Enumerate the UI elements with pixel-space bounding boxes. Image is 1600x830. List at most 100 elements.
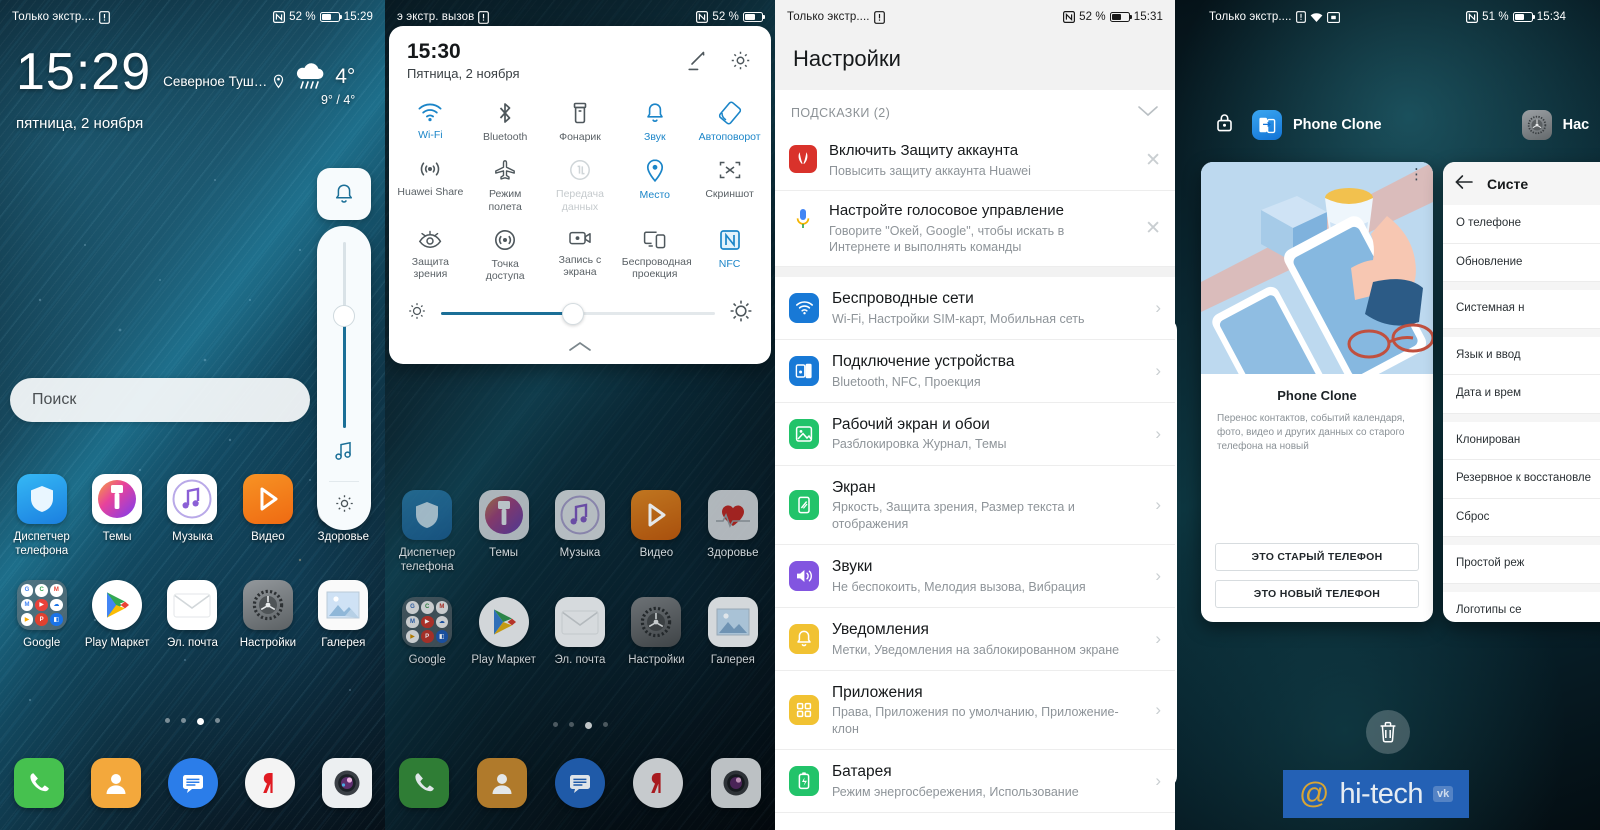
brightness-knob[interactable]	[561, 302, 584, 325]
messages-icon[interactable]	[167, 758, 218, 808]
qs-tile-sound[interactable]: Звук	[617, 93, 692, 150]
app-phone-manager[interactable]: Диспетчер телефона	[389, 490, 465, 574]
old-phone-button[interactable]: ЭТО СТАРЫЙ ТЕЛЕФОН	[1215, 543, 1419, 571]
recent-card-system-settings[interactable]: Систе О телефоне Обновление Системная н …	[1443, 162, 1600, 622]
page-dot[interactable]	[602, 722, 608, 727]
tips-section-header[interactable]: ПОДСКАЗКИ (2)	[775, 90, 1175, 131]
messages-icon[interactable]	[555, 758, 605, 808]
system-row[interactable]: Сброс	[1443, 499, 1600, 538]
app-themes[interactable]: Темы	[79, 474, 154, 558]
system-row[interactable]: Резервное к восстановле	[1443, 460, 1600, 499]
app-settings[interactable]: Настройки	[230, 580, 305, 651]
system-row[interactable]: Язык и ввод	[1443, 337, 1600, 376]
settings-row-notifications[interactable]: Уведомления Метки, Уведомления на заблок…	[775, 608, 1175, 671]
tip-row[interactable]: Включить Защиту аккаунта Повысить защиту…	[775, 131, 1175, 191]
trash-icon[interactable]	[1365, 710, 1410, 754]
page-dot-active[interactable]	[584, 722, 592, 729]
app-email[interactable]: Эл. почта	[155, 580, 230, 651]
app-gallery[interactable]: Галерея	[306, 580, 381, 651]
settings-row-sounds[interactable]: Звуки Не беспокоить, Мелодия вызова, Виб…	[775, 545, 1175, 609]
qs-tile-flashlight[interactable]: Фонарик	[543, 93, 618, 150]
qs-tile-wifi[interactable]: Wi-Fi	[393, 93, 468, 150]
ringer-mode-button[interactable]	[317, 168, 371, 220]
qs-tile-airplane[interactable]: Режим полета	[468, 150, 543, 220]
app-music[interactable]: Музыка	[542, 490, 618, 574]
search-input[interactable]: Поиск	[10, 378, 310, 422]
recent-card-partial[interactable]	[1175, 318, 1177, 788]
system-row[interactable]: Системная н	[1443, 290, 1600, 329]
contacts-icon[interactable]	[477, 758, 527, 808]
chevron-up-icon[interactable]	[389, 332, 771, 354]
music-note-icon[interactable]	[332, 440, 356, 467]
qs-tile-auto-rotate[interactable]: Автоповорот	[692, 93, 767, 150]
chevron-down-icon[interactable]	[1137, 104, 1159, 121]
yandex-icon[interactable]	[633, 758, 683, 808]
lock-icon[interactable]	[1215, 112, 1234, 138]
kebab-menu-icon[interactable]: ⋮	[1409, 167, 1424, 181]
system-row[interactable]: О телефоне	[1443, 205, 1600, 244]
brightness-slider-row[interactable]	[389, 289, 771, 332]
app-phone-manager[interactable]: Диспетчер телефона	[4, 474, 79, 558]
qs-tile-screenshot[interactable]: Скриншот	[692, 150, 767, 220]
settings-row-battery[interactable]: Батарея Режим энергосбережения, Использо…	[775, 750, 1175, 814]
app-google-folder[interactable]: GCM M ▶ ☁ ▶ P ◧ Google	[4, 580, 79, 651]
gear-icon[interactable]	[333, 492, 356, 520]
recent-title-phone-clone[interactable]: Phone Clone	[1252, 110, 1382, 140]
app-email[interactable]: Эл. почта	[542, 597, 618, 668]
qs-tile-hotspot[interactable]: Точка доступа	[468, 220, 543, 290]
qs-tile-screen-record[interactable]: Запись с экрана	[543, 220, 618, 290]
page-dot[interactable]	[552, 722, 558, 727]
qs-tile-mobile-data[interactable]: Передача данных	[543, 150, 618, 220]
page-dot[interactable]	[568, 722, 574, 727]
system-row[interactable]: Простой реж	[1443, 545, 1600, 584]
close-icon[interactable]: ✕	[1137, 149, 1161, 172]
qs-tile-location[interactable]: Место	[617, 150, 692, 220]
volume-slider[interactable]	[333, 242, 355, 428]
page-dot[interactable]	[165, 718, 170, 723]
back-arrow-icon[interactable]	[1455, 174, 1473, 193]
settings-row-apps[interactable]: Приложения Права, Приложения по умолчани…	[775, 671, 1175, 751]
app-play-store[interactable]: Play Маркет	[465, 597, 541, 668]
app-themes[interactable]: Темы	[465, 490, 541, 574]
app-video[interactable]: Видео	[230, 474, 305, 558]
system-row[interactable]: Обновление	[1443, 244, 1600, 283]
app-gallery[interactable]: Галерея	[695, 597, 771, 668]
system-row[interactable]: Дата и врем	[1443, 375, 1600, 414]
app-health[interactable]: Здоровье	[695, 490, 771, 574]
system-row[interactable]: Логотипы се	[1443, 592, 1600, 622]
camera-icon[interactable]	[711, 758, 761, 808]
qs-tile-bluetooth[interactable]: Bluetooth	[468, 93, 543, 150]
app-video[interactable]: Видео	[618, 490, 694, 574]
app-play-store[interactable]: Play Маркет	[79, 580, 154, 651]
qs-tile-nfc[interactable]: NFC	[692, 220, 767, 290]
settings-row-home-wallpaper[interactable]: Рабочий экран и обои Разблокировка Журна…	[775, 403, 1175, 466]
tip-row[interactable]: Настройте голосовое управление Говорите …	[775, 191, 1175, 268]
settings-row-display[interactable]: Экран Яркость, Защита зрения, Размер тек…	[775, 466, 1175, 546]
phone-icon[interactable]	[13, 758, 64, 808]
contacts-icon[interactable]	[90, 758, 141, 808]
recent-card-phone-clone[interactable]: ⋮ Phone Clone Перенос контактов, событий…	[1201, 162, 1433, 622]
page-dot[interactable]	[181, 718, 186, 723]
pencil-icon[interactable]	[684, 49, 708, 78]
brightness-slider[interactable]	[441, 302, 715, 325]
yandex-icon[interactable]	[244, 758, 295, 808]
page-dot-active[interactable]	[197, 718, 204, 725]
settings-row-device-connect[interactable]: Подключение устройства Bluetooth, NFC, П…	[775, 340, 1175, 403]
volume-control[interactable]	[317, 168, 371, 530]
recent-title-settings[interactable]: Нас	[1521, 110, 1589, 140]
qs-tile-wireless-projection[interactable]: Беспроводная проекция	[617, 220, 692, 290]
app-settings[interactable]: Настройки	[618, 597, 694, 668]
qs-tile-eye-comfort[interactable]: Защита зрения	[393, 220, 468, 290]
system-row[interactable]: Клонирован	[1443, 422, 1600, 461]
app-music[interactable]: Музыка	[155, 474, 230, 558]
camera-icon[interactable]	[321, 758, 372, 808]
volume-knob[interactable]	[333, 305, 355, 328]
app-google-folder[interactable]: GCM M ▶ ☁ ▶ P ◧ Google	[389, 597, 465, 668]
page-dot[interactable]	[215, 718, 220, 723]
phone-icon[interactable]	[399, 758, 449, 808]
volume-slider-panel[interactable]	[317, 226, 371, 530]
settings-row-wireless[interactable]: Беспроводные сети Wi-Fi, Настройки SIM-к…	[775, 277, 1175, 341]
qs-tile-huawei-share[interactable]: Huawei Share	[393, 150, 468, 220]
close-icon[interactable]: ✕	[1137, 217, 1161, 240]
new-phone-button[interactable]: ЭТО НОВЫЙ ТЕЛЕФОН	[1215, 580, 1419, 608]
